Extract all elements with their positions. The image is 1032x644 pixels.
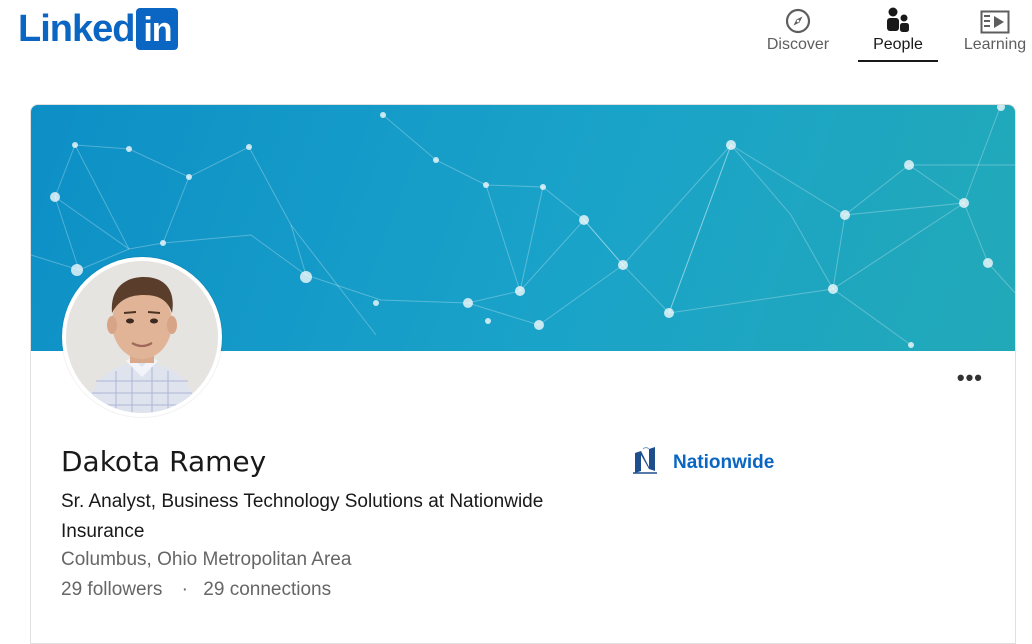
- nationwide-logo-icon: [631, 445, 659, 480]
- linkedin-logo[interactable]: Linked in: [18, 8, 179, 50]
- more-options-button[interactable]: •••: [957, 367, 983, 389]
- followers-count[interactable]: 29 followers: [61, 579, 162, 600]
- profile-name: Dakota Ramey: [61, 445, 267, 478]
- profile-stats: 29 followers · 29 connections: [61, 579, 331, 601]
- nav-learning[interactable]: Learning: [958, 0, 1032, 62]
- profile-location: Columbus, Ohio Metropolitan Area: [61, 549, 352, 570]
- company-link[interactable]: Nationwide: [631, 445, 774, 480]
- video-icon: [980, 0, 1010, 34]
- compass-icon: [785, 0, 811, 34]
- profile-headline: Sr. Analyst, Business Technology Solutio…: [61, 491, 544, 542]
- profile-card: ••• Dakota Ramey Sr. Analyst, Business T…: [30, 104, 1016, 644]
- stats-separator: ·: [181, 579, 188, 600]
- connections-count[interactable]: 29 connections: [203, 579, 331, 600]
- profile-photo: [66, 261, 218, 413]
- company-name: Nationwide: [673, 451, 775, 473]
- nav-discover[interactable]: Discover: [758, 0, 838, 62]
- nav-learning-label: Learning: [963, 36, 1027, 53]
- top-nav: Discover People Learning: [738, 0, 1032, 64]
- profile-avatar[interactable]: [62, 257, 222, 417]
- nav-people-label: People: [873, 36, 923, 53]
- logo-in-box: in: [136, 8, 179, 50]
- nav-discover-label: Discover: [766, 36, 830, 53]
- nav-people[interactable]: People: [858, 0, 938, 62]
- people-icon: [885, 0, 911, 34]
- logo-wordmark: Linked: [18, 8, 135, 50]
